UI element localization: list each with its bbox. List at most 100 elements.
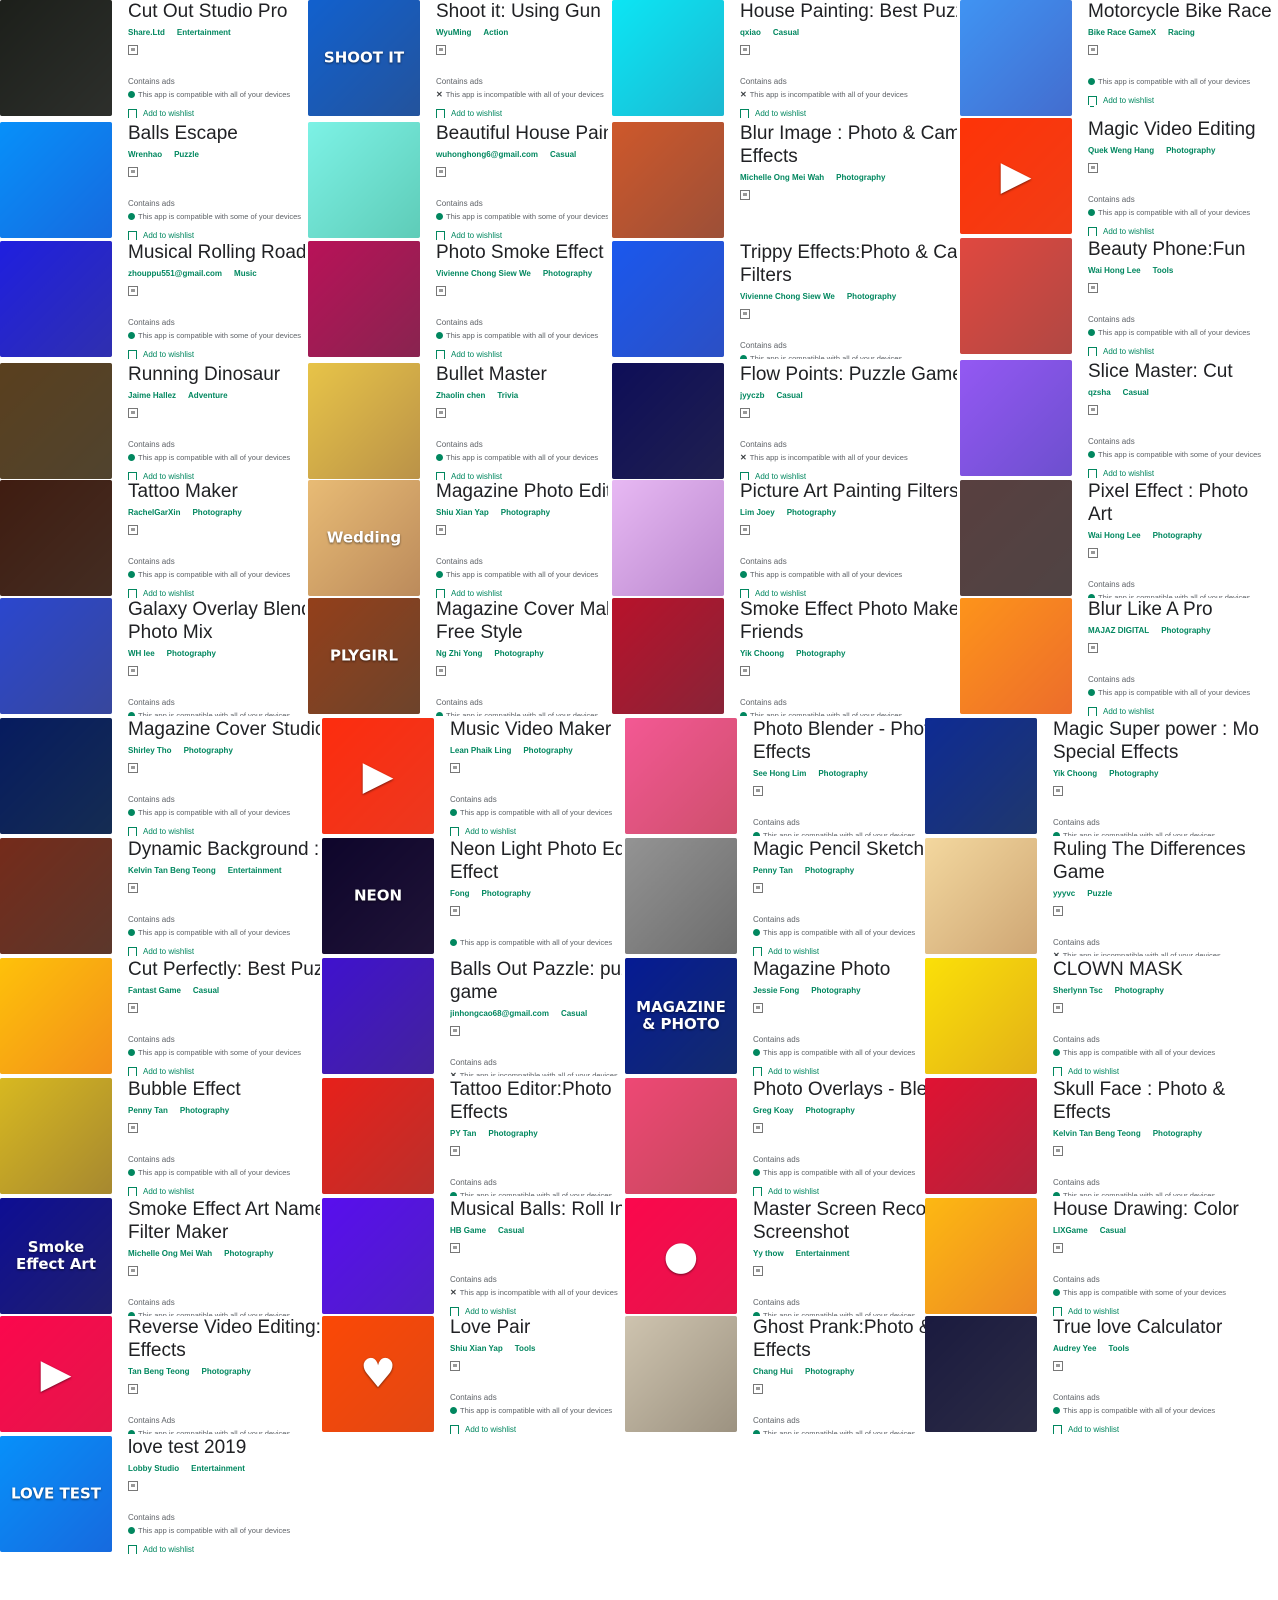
add-to-wishlist-button[interactable]: Add to wishlist [1088,347,1278,356]
app-card[interactable]: NEON Neon Light Photo EditorEffect Fong Pho… [322,838,622,956]
app-card[interactable]: Blur Like A Pro MAJAZ DIGITAL Photography C… [960,598,1278,716]
app-card[interactable]: Beauty Phone:Fun Wai Hong Lee Tools Contain… [960,238,1278,356]
developer-link[interactable]: Share.Ltd [128,28,165,37]
app-card[interactable]: MAGAZINE & PHOTO Magazine Photo Jessie Fon… [625,958,925,1076]
category-link[interactable]: Photography [805,866,854,875]
developer-link[interactable]: yyyvc [1053,889,1075,898]
app-title[interactable]: Neon Light Photo EditorEffect [450,838,622,884]
app-thumbnail[interactable]: ♥ [322,1316,434,1432]
app-thumbnail[interactable] [308,363,420,479]
app-title[interactable]: Magic Video Editing [1088,118,1278,141]
add-to-wishlist-button[interactable]: Add to wishlist [740,109,957,118]
category-link[interactable]: Photography [1115,986,1164,995]
category-link[interactable]: Casual [776,391,802,400]
app-card[interactable]: Skull Face : Photo & Effects Kelvin Tan Be… [925,1078,1278,1196]
developer-link[interactable]: Wai Hong Lee [1088,266,1141,275]
add-to-wishlist-button[interactable]: Add to wishlist [1088,227,1278,236]
developer-link[interactable]: Jaime Hallez [128,391,176,400]
app-title[interactable]: Tattoo Editor:Photo Effects [450,1078,622,1124]
developer-link[interactable]: jinhongcao68@gmail.com [450,1009,549,1018]
category-link[interactable]: Photography [796,649,845,658]
category-link[interactable]: Photography [494,649,543,658]
developer-link[interactable]: qzsha [1088,388,1111,397]
developer-link[interactable]: Audrey Yee [1053,1344,1096,1353]
app-title[interactable]: Galaxy Overlay BlenderPhoto Mix [128,598,305,644]
developer-link[interactable]: Yik Choong [1053,769,1097,778]
add-to-wishlist-button[interactable]: Add to wishlist [450,1307,622,1316]
app-title[interactable]: Pixel Effect : Photo Art [1088,480,1278,526]
app-thumbnail[interactable] [0,0,112,116]
category-link[interactable]: Casual [1123,388,1149,397]
app-title[interactable]: Magazine Cover MakerFree Style [436,598,608,644]
category-link[interactable]: Puzzle [174,150,199,159]
developer-link[interactable]: Zhaolin chen [436,391,485,400]
app-title[interactable]: Photo Smoke Effect [436,241,608,264]
app-thumbnail[interactable] [308,122,420,238]
app-card[interactable]: Trippy Effects:Photo & CameraFilters Vivi… [612,241,957,359]
app-card[interactable]: Tattoo Editor:Photo Effects PY Tan Photogra… [322,1078,622,1196]
app-thumbnail[interactable] [960,598,1072,714]
app-title[interactable]: Smoke Effect Art Name Filter Maker [128,1198,320,1244]
app-thumbnail[interactable] [322,1198,434,1314]
developer-link[interactable]: LIXGame [1053,1226,1088,1235]
app-title[interactable]: House Painting: Best Puzzle [740,0,957,23]
app-thumbnail[interactable] [0,363,112,479]
app-card[interactable]: Ruling The Differences Game yyyvc Puzzle Con… [925,838,1278,956]
developer-link[interactable]: qxiao [740,28,761,37]
category-link[interactable]: Tools [515,1344,536,1353]
developer-link[interactable]: Quek Weng Hang [1088,146,1154,155]
add-to-wishlist-button[interactable]: Add to wishlist [436,109,608,118]
category-link[interactable]: Music [234,269,257,278]
developer-link[interactable]: WH lee [128,649,155,658]
app-card[interactable]: Running Dinosaur Jaime Hallez Adventure Con… [0,363,305,481]
developer-link[interactable]: Fong [450,889,470,898]
app-card[interactable]: Balls Out Pazzle: puzzlegame jinhongcao68… [322,958,622,1076]
app-title[interactable]: Photo Blender - Photo Effects [753,718,925,764]
add-to-wishlist-button[interactable]: Add to wishlist [450,827,622,836]
app-title[interactable]: Tattoo Maker [128,480,305,503]
app-title[interactable]: Running Dinosaur [128,363,305,386]
app-card[interactable]: Musical Rolling Road zhouppu551@gmail.com… [0,241,305,359]
app-title[interactable]: House Drawing: Color [1053,1198,1278,1221]
developer-link[interactable]: Yy thow [753,1249,784,1258]
developer-link[interactable]: Chang Hui [753,1367,793,1376]
app-card[interactable]: Ghost Prank:Photo & Effects Chang Hui Photo… [625,1316,925,1434]
app-thumbnail[interactable] [625,718,737,834]
developer-link[interactable]: MAJAZ DIGITAL [1088,626,1149,635]
app-card[interactable]: Beautiful House Painting wuhonghong6@gmai… [308,122,608,240]
app-title[interactable]: Magazine Cover Studio [128,718,320,741]
app-title[interactable]: Flow Points: Puzzle Game [740,363,957,386]
add-to-wishlist-button[interactable]: Add to wishlist [753,1187,925,1196]
app-card[interactable]: Cut Perfectly: Best Puzzle Fantast Game Ca… [0,958,320,1076]
app-thumbnail[interactable] [612,122,724,238]
app-thumbnail[interactable] [612,480,724,596]
developer-link[interactable]: Lim Joey [740,508,775,517]
app-title[interactable]: Ruling The Differences Game [1053,838,1278,884]
developer-link[interactable]: WyuMing [436,28,471,37]
category-link[interactable]: Tools [1108,1344,1129,1353]
app-card[interactable]: True love Calculator Audrey Yee Tools Conta… [925,1316,1278,1434]
developer-link[interactable]: Shiu Xian Yap [436,508,489,517]
app-title[interactable]: Dynamic Background : Live [128,838,320,861]
app-card[interactable]: Bullet Master Zhaolin chen Trivia Contains … [308,363,608,481]
app-thumbnail[interactable] [925,718,1037,834]
app-card[interactable]: ▶ Magic Video Editing Quek Weng Hang Photog… [960,118,1278,236]
developer-link[interactable]: PY Tan [450,1129,476,1138]
app-title[interactable]: Beautiful House Painting [436,122,608,145]
category-link[interactable]: Photography [482,889,531,898]
app-card[interactable]: CLOWN MASK Sherlynn Tsc Photography Contain… [925,958,1278,1076]
category-link[interactable]: Photography [1153,1129,1202,1138]
app-title[interactable]: Blur Like A Pro [1088,598,1278,621]
app-thumbnail[interactable]: MAGAZINE & PHOTO [625,958,737,1074]
category-link[interactable]: Photography [543,269,592,278]
app-title[interactable]: Shoot it: Using Gun [436,0,608,23]
developer-link[interactable]: jyyczb [740,391,764,400]
app-card[interactable]: Magazine Cover Studio Shirley Tho Photogra… [0,718,320,836]
add-to-wishlist-button[interactable]: Add to wishlist [753,1067,925,1076]
developer-link[interactable]: Penny Tan [128,1106,168,1115]
add-to-wishlist-button[interactable]: Add to wishlist [1053,1307,1278,1316]
category-link[interactable]: Photography [224,1249,273,1258]
category-link[interactable]: Photography [501,508,550,517]
add-to-wishlist-button[interactable]: Add to wishlist [436,231,608,240]
category-link[interactable]: Casual [193,986,219,995]
